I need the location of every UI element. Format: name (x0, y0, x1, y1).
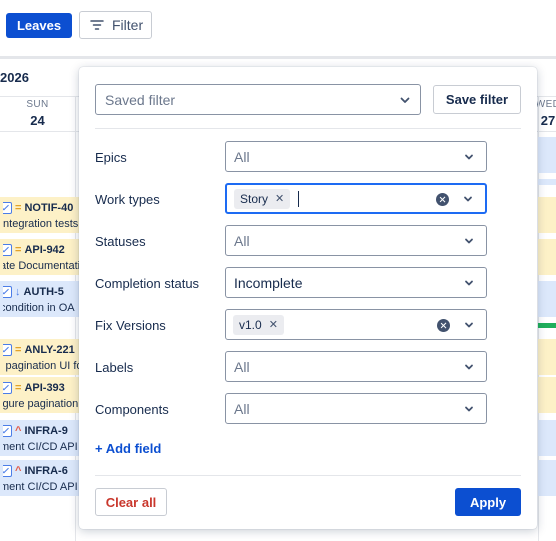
event-key: INFRA-9 (24, 425, 68, 437)
event-title: ment CI/CD API (0, 481, 78, 493)
add-field-link[interactable]: + Add field (95, 441, 161, 456)
event-card-partial[interactable] (538, 377, 556, 413)
event-card-partial[interactable] (538, 239, 556, 275)
event-title: ate Documentatio (0, 260, 80, 272)
day-name: SUN (26, 99, 49, 110)
event-key: AUTH-5 (23, 286, 64, 298)
task-checkbox-icon (3, 286, 12, 298)
chevron-down-icon (465, 154, 473, 159)
clear-icon[interactable] (437, 318, 450, 332)
filter-icon (90, 20, 104, 30)
labels-select[interactable]: All (225, 351, 487, 382)
task-checkbox-icon (3, 244, 12, 256)
field-label-statuses: Statuses (95, 234, 146, 249)
chevron-down-icon (465, 364, 473, 369)
day-header-sun: SUN 24 (0, 99, 75, 128)
event-card[interactable]: = API-393 igure pagination (0, 377, 80, 413)
event-card-partial[interactable] (538, 197, 556, 233)
field-label-completion-status: Completion status (95, 276, 200, 291)
text-cursor (298, 190, 300, 207)
field-label-fix-versions: Fix Versions (95, 318, 166, 333)
event-title: Integration tests (0, 218, 79, 230)
day-date: 24 (30, 113, 45, 128)
event-card-partial[interactable] (538, 137, 556, 173)
event-card-partial[interactable] (538, 339, 556, 375)
saved-filter-placeholder: Saved filter (105, 91, 176, 108)
event-card[interactable]: ^ INFRA-9 ment CI/CD API (0, 420, 80, 456)
panel-divider (95, 128, 521, 129)
save-filter-button[interactable]: Save filter (433, 85, 521, 114)
select-value: All (234, 400, 250, 417)
priority-medium-icon: = (15, 201, 22, 214)
task-checkbox-icon (3, 382, 12, 394)
select-value: All (234, 148, 250, 165)
priority-medium-icon: = (15, 243, 22, 256)
event-key: INFRA-6 (24, 465, 68, 477)
event-card-partial[interactable] (538, 179, 556, 185)
task-checkbox-icon (3, 425, 12, 437)
event-key: NOTIF-40 (24, 202, 74, 214)
priority-high-icon: ^ (15, 464, 22, 477)
toolbar: Leaves Filter (0, 0, 556, 52)
event-key: ANLY-221 (24, 344, 75, 356)
priority-high-icon: ^ (15, 424, 22, 437)
event-card[interactable]: = NOTIF-40 Integration tests (0, 197, 80, 233)
event-title: condition in OA (0, 302, 75, 314)
work-types-select[interactable]: Story ✕ (225, 183, 487, 214)
priority-medium-icon: = (15, 343, 22, 356)
event-title: ment CI/CD API (0, 441, 78, 453)
event-card[interactable]: = API-942 ate Documentatio (0, 239, 80, 275)
event-card-partial[interactable] (538, 420, 556, 456)
clear-icon[interactable] (436, 192, 449, 206)
priority-low-icon: ↓ (15, 285, 21, 298)
clear-all-button[interactable]: Clear all (95, 488, 167, 516)
epics-select[interactable]: All (225, 141, 487, 172)
leaves-button[interactable]: Leaves (6, 13, 72, 38)
event-title: l pagination UI fo (0, 360, 80, 372)
chevron-down-icon (465, 238, 473, 243)
remove-chip-icon[interactable]: ✕ (269, 318, 278, 331)
components-select[interactable]: All (225, 393, 487, 424)
chip-label: v1.0 (239, 317, 262, 332)
saved-filter-select[interactable]: Saved filter (95, 84, 421, 115)
event-card-partial[interactable] (538, 281, 556, 317)
chevron-down-icon (465, 280, 473, 285)
chevron-down-icon (465, 322, 473, 327)
statuses-select[interactable]: All (225, 225, 487, 256)
field-label-epics: Epics (95, 150, 127, 165)
filter-button-label: Filter (112, 17, 144, 33)
event-card-partial[interactable] (538, 323, 556, 328)
event-card-partial[interactable] (538, 460, 556, 496)
event-title: igure pagination (0, 398, 79, 410)
chip-label: Story (240, 191, 269, 206)
event-card[interactable]: ^ INFRA-6 ment CI/CD API (0, 460, 80, 496)
task-checkbox-icon (3, 202, 12, 214)
select-value: All (234, 232, 250, 249)
story-chip: Story ✕ (234, 188, 291, 209)
task-checkbox-icon (3, 465, 12, 477)
version-chip: v1.0 ✕ (233, 314, 284, 335)
chevron-down-icon (464, 196, 472, 201)
completion-status-select[interactable]: Incomplete (225, 267, 487, 298)
event-card[interactable]: = ANLY-221 l pagination UI fo (0, 339, 80, 375)
event-key: API-942 (24, 244, 65, 256)
priority-medium-icon: = (15, 381, 22, 394)
event-key: API-393 (24, 382, 65, 394)
field-label-components: Components (95, 402, 169, 417)
field-label-labels: Labels (95, 360, 134, 375)
select-value: All (234, 358, 250, 375)
apply-button[interactable]: Apply (455, 488, 521, 516)
chevron-down-icon (465, 406, 473, 411)
remove-chip-icon[interactable]: ✕ (275, 192, 284, 205)
filter-button[interactable]: Filter (79, 11, 152, 39)
panel-divider (95, 475, 521, 476)
select-value: Incomplete (234, 274, 303, 291)
field-label-work-types: Work types (95, 192, 160, 207)
chevron-down-icon (400, 97, 410, 103)
task-checkbox-icon (3, 344, 12, 356)
calendar-year: 2026 (0, 70, 29, 85)
fix-versions-select[interactable]: v1.0 ✕ (225, 309, 487, 340)
filter-panel: Saved filter Save filter Epics All Work … (79, 67, 537, 529)
event-card[interactable]: ↓ AUTH-5 condition in OA (0, 281, 80, 317)
